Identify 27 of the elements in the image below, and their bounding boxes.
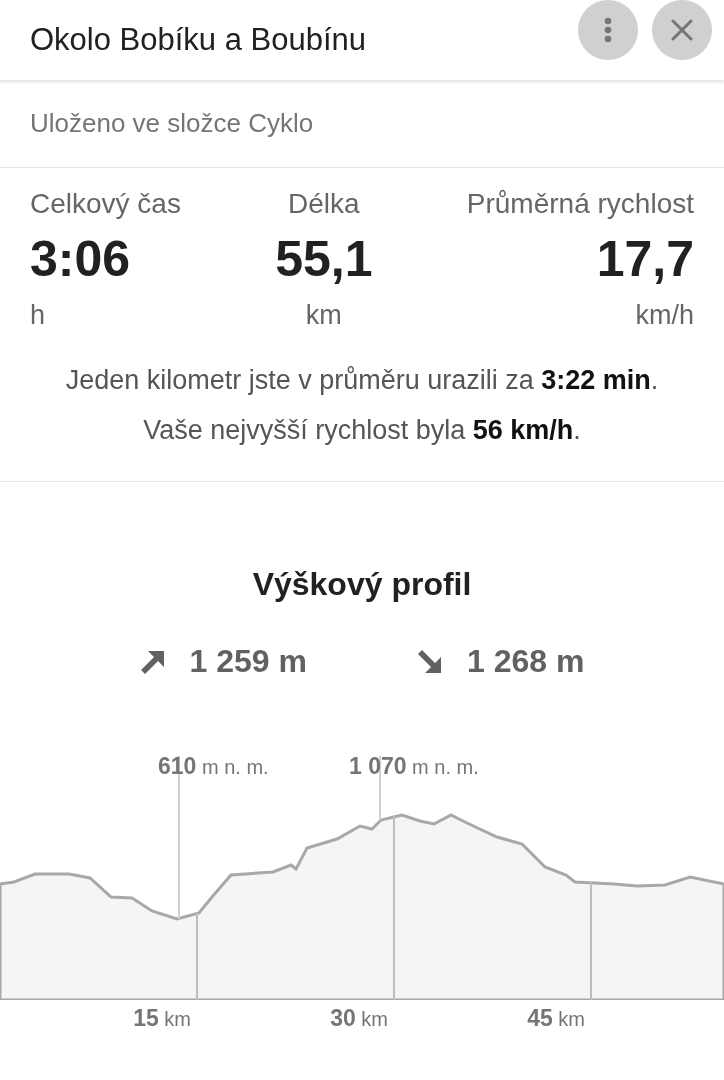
elevation-label: 1 070 m n. m. xyxy=(349,753,479,780)
distance-label: 30 km xyxy=(330,1005,388,1032)
stat-value: 17,7 xyxy=(595,230,694,288)
stat-unit: km/h xyxy=(634,300,694,331)
stat-label: Délka xyxy=(287,188,361,220)
arrow-down-right-icon xyxy=(417,648,443,675)
descent-value: 1 268 m xyxy=(467,643,585,680)
stat-label: Průměrná rychlost xyxy=(466,188,694,220)
elevation-label: 610 m n. m. xyxy=(158,753,269,780)
section-title: Výškový profil xyxy=(251,566,473,603)
folder-label: Uloženo ve složce Cyklo xyxy=(30,108,314,139)
close-button[interactable] xyxy=(652,0,712,60)
stat-label: Celkový čas xyxy=(30,188,181,220)
summary-text: Jeden kilometr jste v průměru urazili za 3:22 min. xyxy=(64,364,660,397)
arrow-up-right-icon xyxy=(139,648,166,675)
more-button[interactable] xyxy=(578,0,638,60)
stat-unit: km xyxy=(304,300,343,331)
page-title: Okolo Bobíku a Boubínu xyxy=(30,22,368,58)
more-icon xyxy=(604,17,612,43)
ascent-value: 1 259 m xyxy=(189,643,307,680)
distance-label: 45 km xyxy=(527,1005,585,1032)
stat-value: 55,1 xyxy=(275,230,373,288)
stat-unit: h xyxy=(30,300,47,331)
distance-label: 15 km xyxy=(133,1005,191,1032)
close-icon xyxy=(671,19,693,41)
summary-text: Vaše nejvyšší rychlost byla 56 km/h. xyxy=(142,414,582,447)
stat-value: 3:06 xyxy=(30,230,132,288)
